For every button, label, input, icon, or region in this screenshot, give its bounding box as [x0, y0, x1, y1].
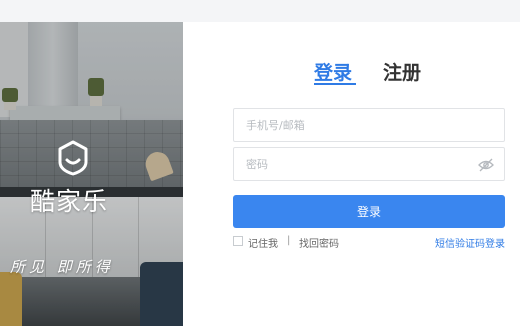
- login-options: 记住我 | 找回密码 短信验证码登录: [233, 235, 505, 250]
- remember-label[interactable]: 记住我: [248, 235, 278, 250]
- top-bar: [0, 0, 520, 22]
- phone-email-field[interactable]: [233, 108, 505, 142]
- brand-slogan: 所见 即所得: [10, 258, 114, 276]
- remember-checkbox[interactable]: [233, 236, 243, 246]
- active-tab-indicator: [314, 83, 356, 85]
- tab-register[interactable]: 注册: [383, 58, 421, 85]
- options-separator: |: [287, 235, 291, 246]
- hero-image: [0, 22, 183, 326]
- password-input[interactable]: [234, 148, 504, 180]
- tab-login[interactable]: 登录: [314, 58, 352, 85]
- sms-login-link[interactable]: 短信验证码登录: [435, 235, 505, 250]
- shield-face-icon: [58, 140, 88, 176]
- eye-slash-icon[interactable]: [478, 158, 494, 172]
- brand-name: 酷家乐: [30, 187, 109, 216]
- password-field[interactable]: [233, 147, 505, 181]
- forgot-password-link[interactable]: 找回密码: [299, 235, 339, 250]
- login-panel: 登录 注册 登录 记住我 | 找回密码 短信验证码登录: [183, 22, 520, 326]
- login-button[interactable]: 登录: [233, 195, 505, 228]
- phone-email-input[interactable]: [234, 109, 504, 141]
